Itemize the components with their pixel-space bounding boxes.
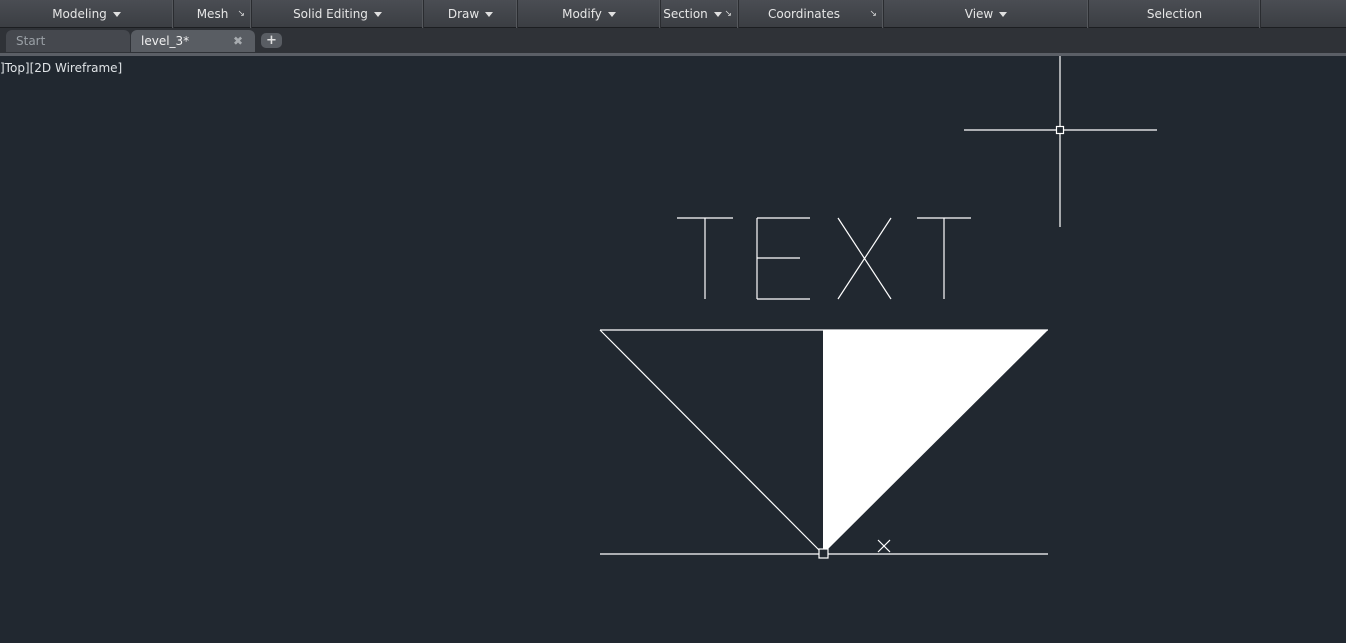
- text-object[interactable]: [677, 217, 971, 300]
- ribbon-panel-label: Modeling: [0, 0, 173, 28]
- tab-label: level_3*: [141, 34, 190, 48]
- ribbon-panel-view[interactable]: View: [884, 0, 1089, 28]
- tab-level-3[interactable]: level_3* ✖: [131, 30, 255, 52]
- ribbon-panel-label: View: [884, 0, 1088, 28]
- x-marker-icon: [877, 539, 891, 553]
- ribbon-panel-label: Modify: [518, 0, 660, 28]
- ribbon-panel-modify[interactable]: Modify: [518, 0, 661, 28]
- new-tab-button[interactable]: +: [261, 33, 282, 48]
- chevron-down-icon: [713, 12, 722, 17]
- ribbon-panel-selection[interactable]: Selection: [1089, 0, 1261, 28]
- ribbon-panel-label: Draw: [424, 0, 517, 28]
- filled-triangle[interactable]: [823, 330, 1048, 554]
- ribbon-panel-bar: Modeling Mesh ↘ Solid Editing Draw Modif…: [0, 0, 1346, 28]
- ribbon-panel-section[interactable]: Section ↘: [661, 0, 739, 28]
- ribbon-panel-label: Selection: [1146, 7, 1203, 21]
- endpoint-snap-marker-icon: [818, 548, 829, 559]
- dialog-launcher-icon[interactable]: ↘: [869, 0, 877, 28]
- document-tab-bar: Start level_3* ✖ +: [0, 28, 1346, 56]
- ribbon-panel-draw[interactable]: Draw: [424, 0, 518, 28]
- crosshair-cursor-icon: [964, 56, 1157, 227]
- tab-label: Start: [16, 34, 46, 48]
- close-icon[interactable]: ✖: [233, 30, 243, 52]
- drawing-canvas[interactable]: [0, 56, 1346, 643]
- dialog-launcher-icon[interactable]: ↘: [237, 0, 245, 28]
- chevron-down-icon: [999, 12, 1008, 17]
- ribbon-panel-mesh[interactable]: Mesh ↘: [174, 0, 252, 28]
- chevron-down-icon: [373, 12, 382, 17]
- ribbon-panel-label: Coordinates: [767, 7, 841, 21]
- ribbon-panel-label: Solid Editing: [252, 0, 423, 28]
- ribbon-panel-label: Section: [661, 0, 724, 28]
- tab-start[interactable]: Start: [6, 30, 130, 52]
- ribbon-panel-solid-editing[interactable]: Solid Editing: [252, 0, 424, 28]
- diagonal-line[interactable]: [599, 329, 824, 555]
- chevron-down-icon: [112, 12, 121, 17]
- dialog-launcher-icon[interactable]: ↘: [724, 0, 732, 28]
- viewport-controls-label[interactable]: ]Top][2D Wireframe]: [0, 61, 122, 75]
- ribbon-panel-coordinates[interactable]: Coordinates ↘: [739, 0, 884, 28]
- chevron-down-icon: [607, 12, 616, 17]
- chevron-down-icon: [485, 12, 494, 17]
- ribbon-panel-modeling[interactable]: Modeling: [0, 0, 174, 28]
